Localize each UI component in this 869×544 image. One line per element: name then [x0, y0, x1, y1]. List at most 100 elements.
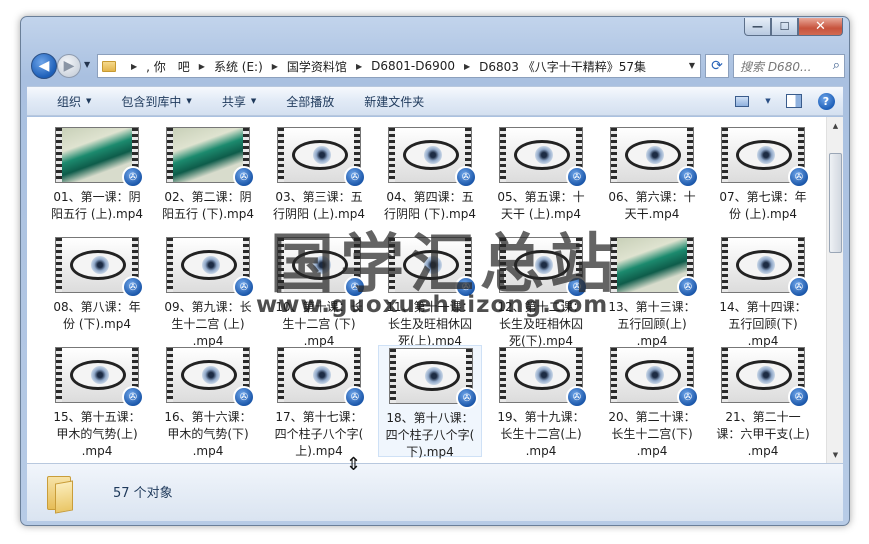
- video-thumbnail: ✇: [277, 347, 366, 408]
- maximize-button[interactable]: ☐: [771, 18, 798, 36]
- chevron-right-icon[interactable]: ▶: [464, 62, 470, 71]
- scroll-up-icon[interactable]: ▲: [828, 118, 843, 133]
- file-name: 21、第二十一 课：六甲干支(上) .mp4: [716, 410, 810, 458]
- chevron-right-icon[interactable]: ▶: [131, 62, 137, 71]
- video-thumbnail: ✇: [388, 127, 477, 188]
- file-item[interactable]: ✇ 01、第一课：阴 阳五行 (上).mp4: [45, 125, 149, 237]
- address-bar[interactable]: ▶ , 你 吧 ▶ 系统 (E:) ▶ 国学资料馆 ▶ D6801-D6900 ▶ D6803 …: [97, 54, 701, 78]
- file-item[interactable]: ✇ 08、第八课：年 份 (下).mp4: [45, 235, 149, 347]
- video-thumbnail: ✇: [721, 127, 810, 188]
- film-reel-icon: ✇: [233, 166, 255, 188]
- file-name: 19、第十九课： 长生十二宫(上) .mp4: [497, 410, 585, 458]
- eye-image: [292, 360, 348, 390]
- file-item[interactable]: ✇ 14、第十四课： 五行回顾(下) .mp4: [711, 235, 815, 348]
- film-reel-icon: ✇: [456, 387, 478, 409]
- help-icon: ?: [817, 92, 835, 110]
- preview-pane-button[interactable]: [783, 91, 805, 111]
- chevron-right-icon[interactable]: ▶: [356, 62, 362, 71]
- video-thumbnail: ✇: [499, 127, 588, 188]
- film-reel-icon: ✇: [566, 166, 588, 188]
- refresh-button[interactable]: ⟳: [705, 54, 729, 78]
- scrollbar-thumb[interactable]: [829, 153, 842, 253]
- file-name: 14、第十四课： 五行回顾(下) .mp4: [719, 300, 807, 348]
- video-thumbnail: ✇: [166, 237, 255, 298]
- film-reel-icon: ✇: [677, 386, 699, 408]
- video-thumbnail: ✇: [55, 347, 144, 408]
- eye-image: [403, 140, 459, 170]
- breadcrumb-item[interactable]: 国学资料馆: [287, 58, 347, 75]
- preview-pane-icon: [786, 94, 802, 108]
- play-all-button[interactable]: 全部播放: [274, 93, 346, 110]
- file-item[interactable]: ✇ 07、第七课：年 份 (上).mp4: [711, 125, 815, 237]
- file-name: 15、第十五课： 甲木的气势(上) .mp4: [53, 410, 141, 458]
- address-dropdown-icon[interactable]: ▼: [689, 61, 695, 70]
- eye-image: [514, 140, 570, 170]
- eye-image: [514, 360, 570, 390]
- refresh-icon: ⟳: [711, 58, 723, 74]
- video-thumbnail: ✇: [499, 347, 588, 408]
- close-button[interactable]: ✕: [798, 18, 843, 36]
- file-item[interactable]: ✇ 09、第九课：长 生十二宫 (上) .mp4: [156, 235, 260, 348]
- search-input[interactable]: 搜索 D680... ⌕: [733, 54, 845, 78]
- navigation-bar: ◀ ▶ ▼ ▶ , 你 吧 ▶ 系统 (E:) ▶ 国学资料馆 ▶ D6801-D6900 ▶…: [27, 51, 845, 81]
- watermark-url: www.guoxuehuizong.com: [256, 292, 609, 318]
- eye-image: [736, 140, 792, 170]
- folder-icon: [45, 476, 85, 514]
- breadcrumb-item[interactable]: , 你 吧: [146, 58, 190, 75]
- forward-button[interactable]: ▶: [57, 54, 81, 78]
- file-name: 08、第八课：年 份 (下).mp4: [53, 300, 141, 331]
- command-toolbar: 组织 ▼ 包含到库中 ▼ 共享 ▼ 全部播放 新建文件夹 ▼ ?: [27, 86, 843, 116]
- file-item[interactable]: ✇ 19、第十九课： 长生十二宫(上) .mp4: [489, 345, 593, 458]
- breadcrumb-item[interactable]: D6803 《八字十干精粹》57集: [479, 58, 646, 75]
- file-item[interactable]: ✇ 15、第十五课： 甲木的气势(上) .mp4: [45, 345, 149, 458]
- file-item[interactable]: ✇ 02、第二课：阴 阳五行 (下).mp4: [156, 125, 260, 237]
- video-thumbnail: ✇: [389, 348, 478, 409]
- video-thumbnail: ✇: [721, 347, 810, 408]
- minimize-button[interactable]: —: [744, 18, 771, 36]
- view-options-dropdown[interactable]: ▼: [763, 91, 773, 111]
- film-reel-icon: ✇: [788, 276, 810, 298]
- breadcrumb-item[interactable]: 系统 (E:): [214, 58, 263, 75]
- recent-pages-dropdown[interactable]: ▼: [84, 60, 90, 69]
- file-item[interactable]: ✇ 18、第十八课： 四个柱子八个字( 下).mp4: [378, 345, 482, 459]
- include-in-library-button[interactable]: 包含到库中 ▼: [109, 93, 203, 110]
- file-item[interactable]: ✇ 17、第十七课： 四个柱子八个字( 上).mp4: [267, 345, 371, 458]
- breadcrumb-item[interactable]: D6801-D6900: [371, 59, 455, 73]
- share-button[interactable]: 共享 ▼: [210, 93, 268, 110]
- film-reel-icon: ✇: [122, 386, 144, 408]
- film-reel-icon: ✇: [677, 166, 699, 188]
- eye-image: [292, 140, 348, 170]
- video-thumbnail: ✇: [166, 127, 255, 188]
- film-reel-icon: ✇: [566, 386, 588, 408]
- folder-icon: [102, 60, 116, 72]
- film-reel-icon: ✇: [122, 166, 144, 188]
- film-reel-icon: ✇: [344, 166, 366, 188]
- change-view-button[interactable]: [731, 91, 753, 111]
- film-reel-icon: ✇: [344, 386, 366, 408]
- search-icon[interactable]: ⌕: [833, 58, 840, 73]
- video-thumbnail: ✇: [721, 237, 810, 298]
- eye-image: [736, 250, 792, 280]
- help-button[interactable]: ?: [815, 91, 837, 111]
- back-button[interactable]: ◀: [31, 53, 57, 79]
- chevron-right-icon[interactable]: ▶: [199, 62, 205, 71]
- film-reel-icon: ✇: [233, 386, 255, 408]
- eye-image: [181, 360, 237, 390]
- film-reel-icon: ✇: [788, 166, 810, 188]
- file-name: 13、第十三课： 五行回顾(上) .mp4: [608, 300, 696, 348]
- include-library-label: 包含到库中: [121, 94, 182, 109]
- file-item[interactable]: ✇ 20、第二十课： 长生十二宫(下) .mp4: [600, 345, 704, 458]
- chevron-right-icon[interactable]: ▶: [272, 62, 278, 71]
- back-arrow-icon: ◀: [38, 58, 50, 74]
- vertical-scrollbar[interactable]: ▲ ▼: [826, 117, 843, 463]
- file-item[interactable]: ✇ 21、第二十一 课：六甲干支(上) .mp4: [711, 345, 815, 458]
- file-name: 20、第二十课： 长生十二宫(下) .mp4: [608, 410, 696, 458]
- file-name: 09、第九课：长 生十二宫 (上) .mp4: [164, 300, 252, 348]
- scroll-down-icon[interactable]: ▼: [828, 447, 843, 462]
- file-item[interactable]: ✇ 16、第十六课： 甲木的气势(下) .mp4: [156, 345, 260, 458]
- eye-image: [70, 360, 126, 390]
- new-folder-button[interactable]: 新建文件夹: [352, 93, 436, 110]
- resize-cursor-icon: ⇕: [346, 454, 362, 475]
- organize-button[interactable]: 组织 ▼: [45, 93, 103, 110]
- film-reel-icon: ✇: [122, 276, 144, 298]
